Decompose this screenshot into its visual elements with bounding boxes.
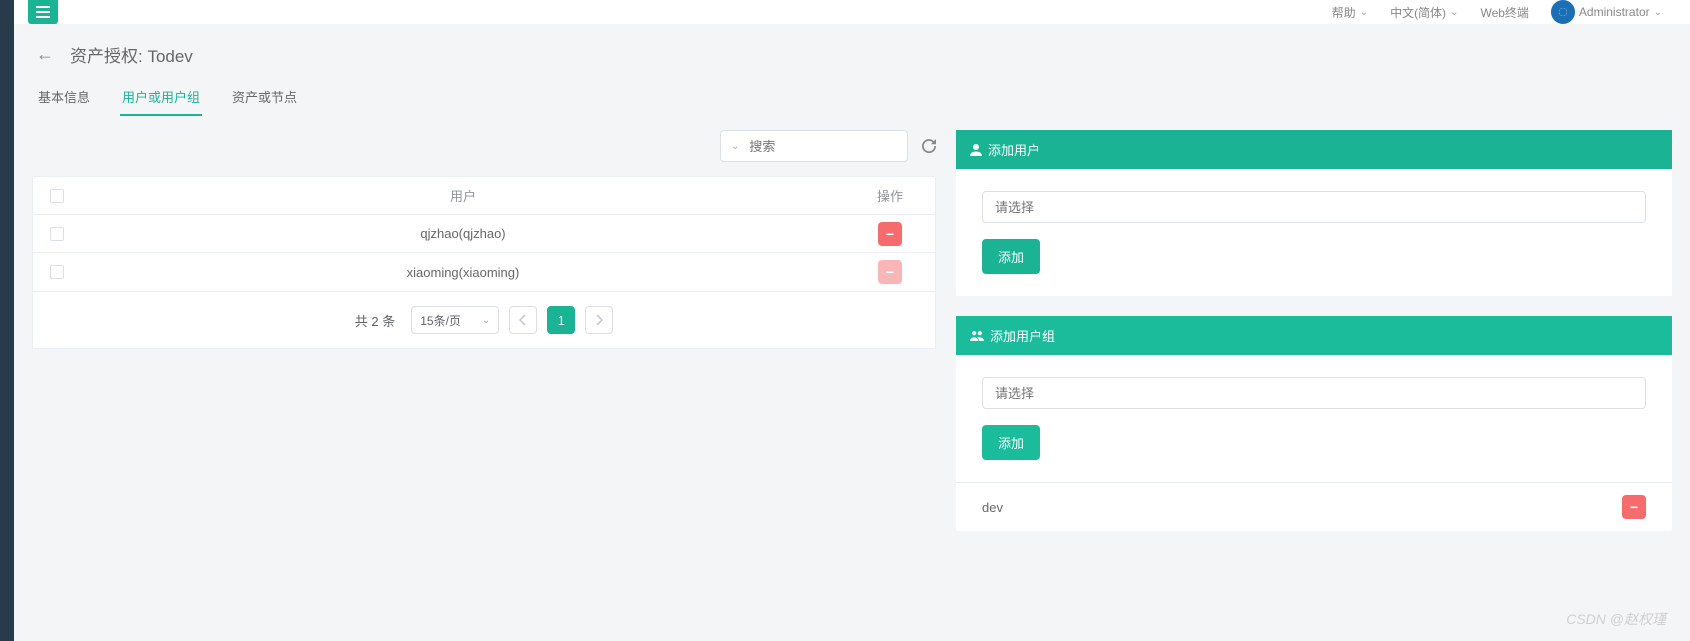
page-1-button[interactable]: 1 bbox=[547, 306, 575, 334]
menu-toggle-button[interactable] bbox=[28, 0, 58, 24]
add-group-button[interactable]: 添加 bbox=[982, 425, 1040, 460]
select-all-checkbox[interactable] bbox=[50, 189, 64, 203]
refresh-icon bbox=[922, 139, 936, 153]
col-op: 操作 bbox=[845, 186, 935, 205]
table-row: xiaoming(xiaoming) − bbox=[33, 253, 935, 291]
table-header: 用户 操作 bbox=[33, 177, 935, 215]
chevron-down-icon: ⌄ bbox=[482, 315, 490, 326]
chevron-down-icon: ⌄ bbox=[1654, 7, 1662, 18]
chevron-down-icon: ⌄ bbox=[1360, 7, 1368, 18]
page-size-select[interactable]: 15条/页 ⌄ bbox=[411, 306, 499, 334]
remove-user-button[interactable]: − bbox=[878, 260, 902, 284]
web-terminal-link[interactable]: Web终端 bbox=[1480, 4, 1528, 21]
add-user-title: 添加用户 bbox=[988, 140, 1040, 159]
users-group-icon bbox=[970, 330, 984, 342]
total-count: 共 2 条 bbox=[355, 311, 395, 330]
user-name-label: Administrator bbox=[1579, 5, 1650, 19]
remove-user-button[interactable]: − bbox=[878, 222, 902, 246]
left-nav-strip bbox=[0, 0, 14, 641]
add-user-button[interactable]: 添加 bbox=[982, 239, 1040, 274]
tab-basic-info[interactable]: 基本信息 bbox=[36, 79, 92, 116]
group-name: dev bbox=[982, 500, 1003, 515]
prev-page-button[interactable] bbox=[509, 306, 537, 334]
search-input-wrapper[interactable]: ⌄ bbox=[720, 130, 908, 162]
tab-assets-nodes[interactable]: 资产或节点 bbox=[230, 79, 299, 116]
language-label: 中文(简体) bbox=[1390, 4, 1446, 21]
add-user-panel: 添加用户 添加 bbox=[956, 130, 1672, 296]
chevron-left-icon bbox=[519, 315, 527, 325]
users-table: 用户 操作 qjzhao(qjzhao) − xiaoming(xiaoming… bbox=[32, 176, 936, 292]
user-cell: qjzhao(qjzhao) bbox=[81, 226, 845, 241]
chevron-right-icon bbox=[595, 315, 603, 325]
add-group-panel-header: 添加用户组 bbox=[956, 316, 1672, 355]
user-icon bbox=[970, 144, 982, 156]
web-terminal-label: Web终端 bbox=[1480, 4, 1528, 21]
add-group-title: 添加用户组 bbox=[990, 326, 1055, 345]
page-title: 资产授权: Todev bbox=[70, 42, 193, 67]
language-menu[interactable]: 中文(简体) ⌄ bbox=[1390, 4, 1458, 21]
title-row: ← 资产授权: Todev bbox=[32, 24, 1672, 79]
remove-group-button[interactable]: − bbox=[1622, 495, 1646, 519]
user-cell: xiaoming(xiaoming) bbox=[81, 265, 845, 280]
group-select-input[interactable] bbox=[982, 377, 1646, 409]
refresh-button[interactable] bbox=[922, 139, 936, 153]
add-group-panel: 添加用户组 添加 dev − bbox=[956, 316, 1672, 531]
help-menu[interactable]: 帮助 ⌄ bbox=[1332, 4, 1368, 21]
tabs: 基本信息 用户或用户组 资产或节点 bbox=[32, 79, 1672, 116]
row-checkbox[interactable] bbox=[50, 227, 64, 241]
avatar-icon bbox=[1551, 0, 1575, 24]
chevron-down-icon: ⌄ bbox=[1450, 7, 1458, 18]
add-user-panel-header: 添加用户 bbox=[956, 130, 1672, 169]
watermark: CSDN @赵权瑾 bbox=[1566, 609, 1666, 629]
hamburger-icon bbox=[36, 6, 50, 18]
search-input[interactable] bbox=[749, 139, 925, 154]
tab-users-groups[interactable]: 用户或用户组 bbox=[120, 79, 202, 116]
back-arrow-button[interactable]: ← bbox=[36, 44, 54, 65]
row-checkbox[interactable] bbox=[50, 265, 64, 279]
group-list-item: dev − bbox=[956, 482, 1672, 531]
col-user: 用户 bbox=[81, 186, 845, 205]
topbar: 帮助 ⌄ 中文(简体) ⌄ Web终端 Administrator ⌄ bbox=[0, 0, 1690, 24]
page-size-label: 15条/页 bbox=[420, 312, 461, 329]
chevron-down-icon: ⌄ bbox=[731, 141, 739, 152]
table-row: qjzhao(qjzhao) − bbox=[33, 215, 935, 253]
next-page-button[interactable] bbox=[585, 306, 613, 334]
pagination: 共 2 条 15条/页 ⌄ 1 bbox=[32, 292, 936, 349]
user-menu[interactable]: Administrator ⌄ bbox=[1551, 0, 1662, 24]
user-select-input[interactable] bbox=[982, 191, 1646, 223]
help-label: 帮助 bbox=[1332, 4, 1356, 21]
